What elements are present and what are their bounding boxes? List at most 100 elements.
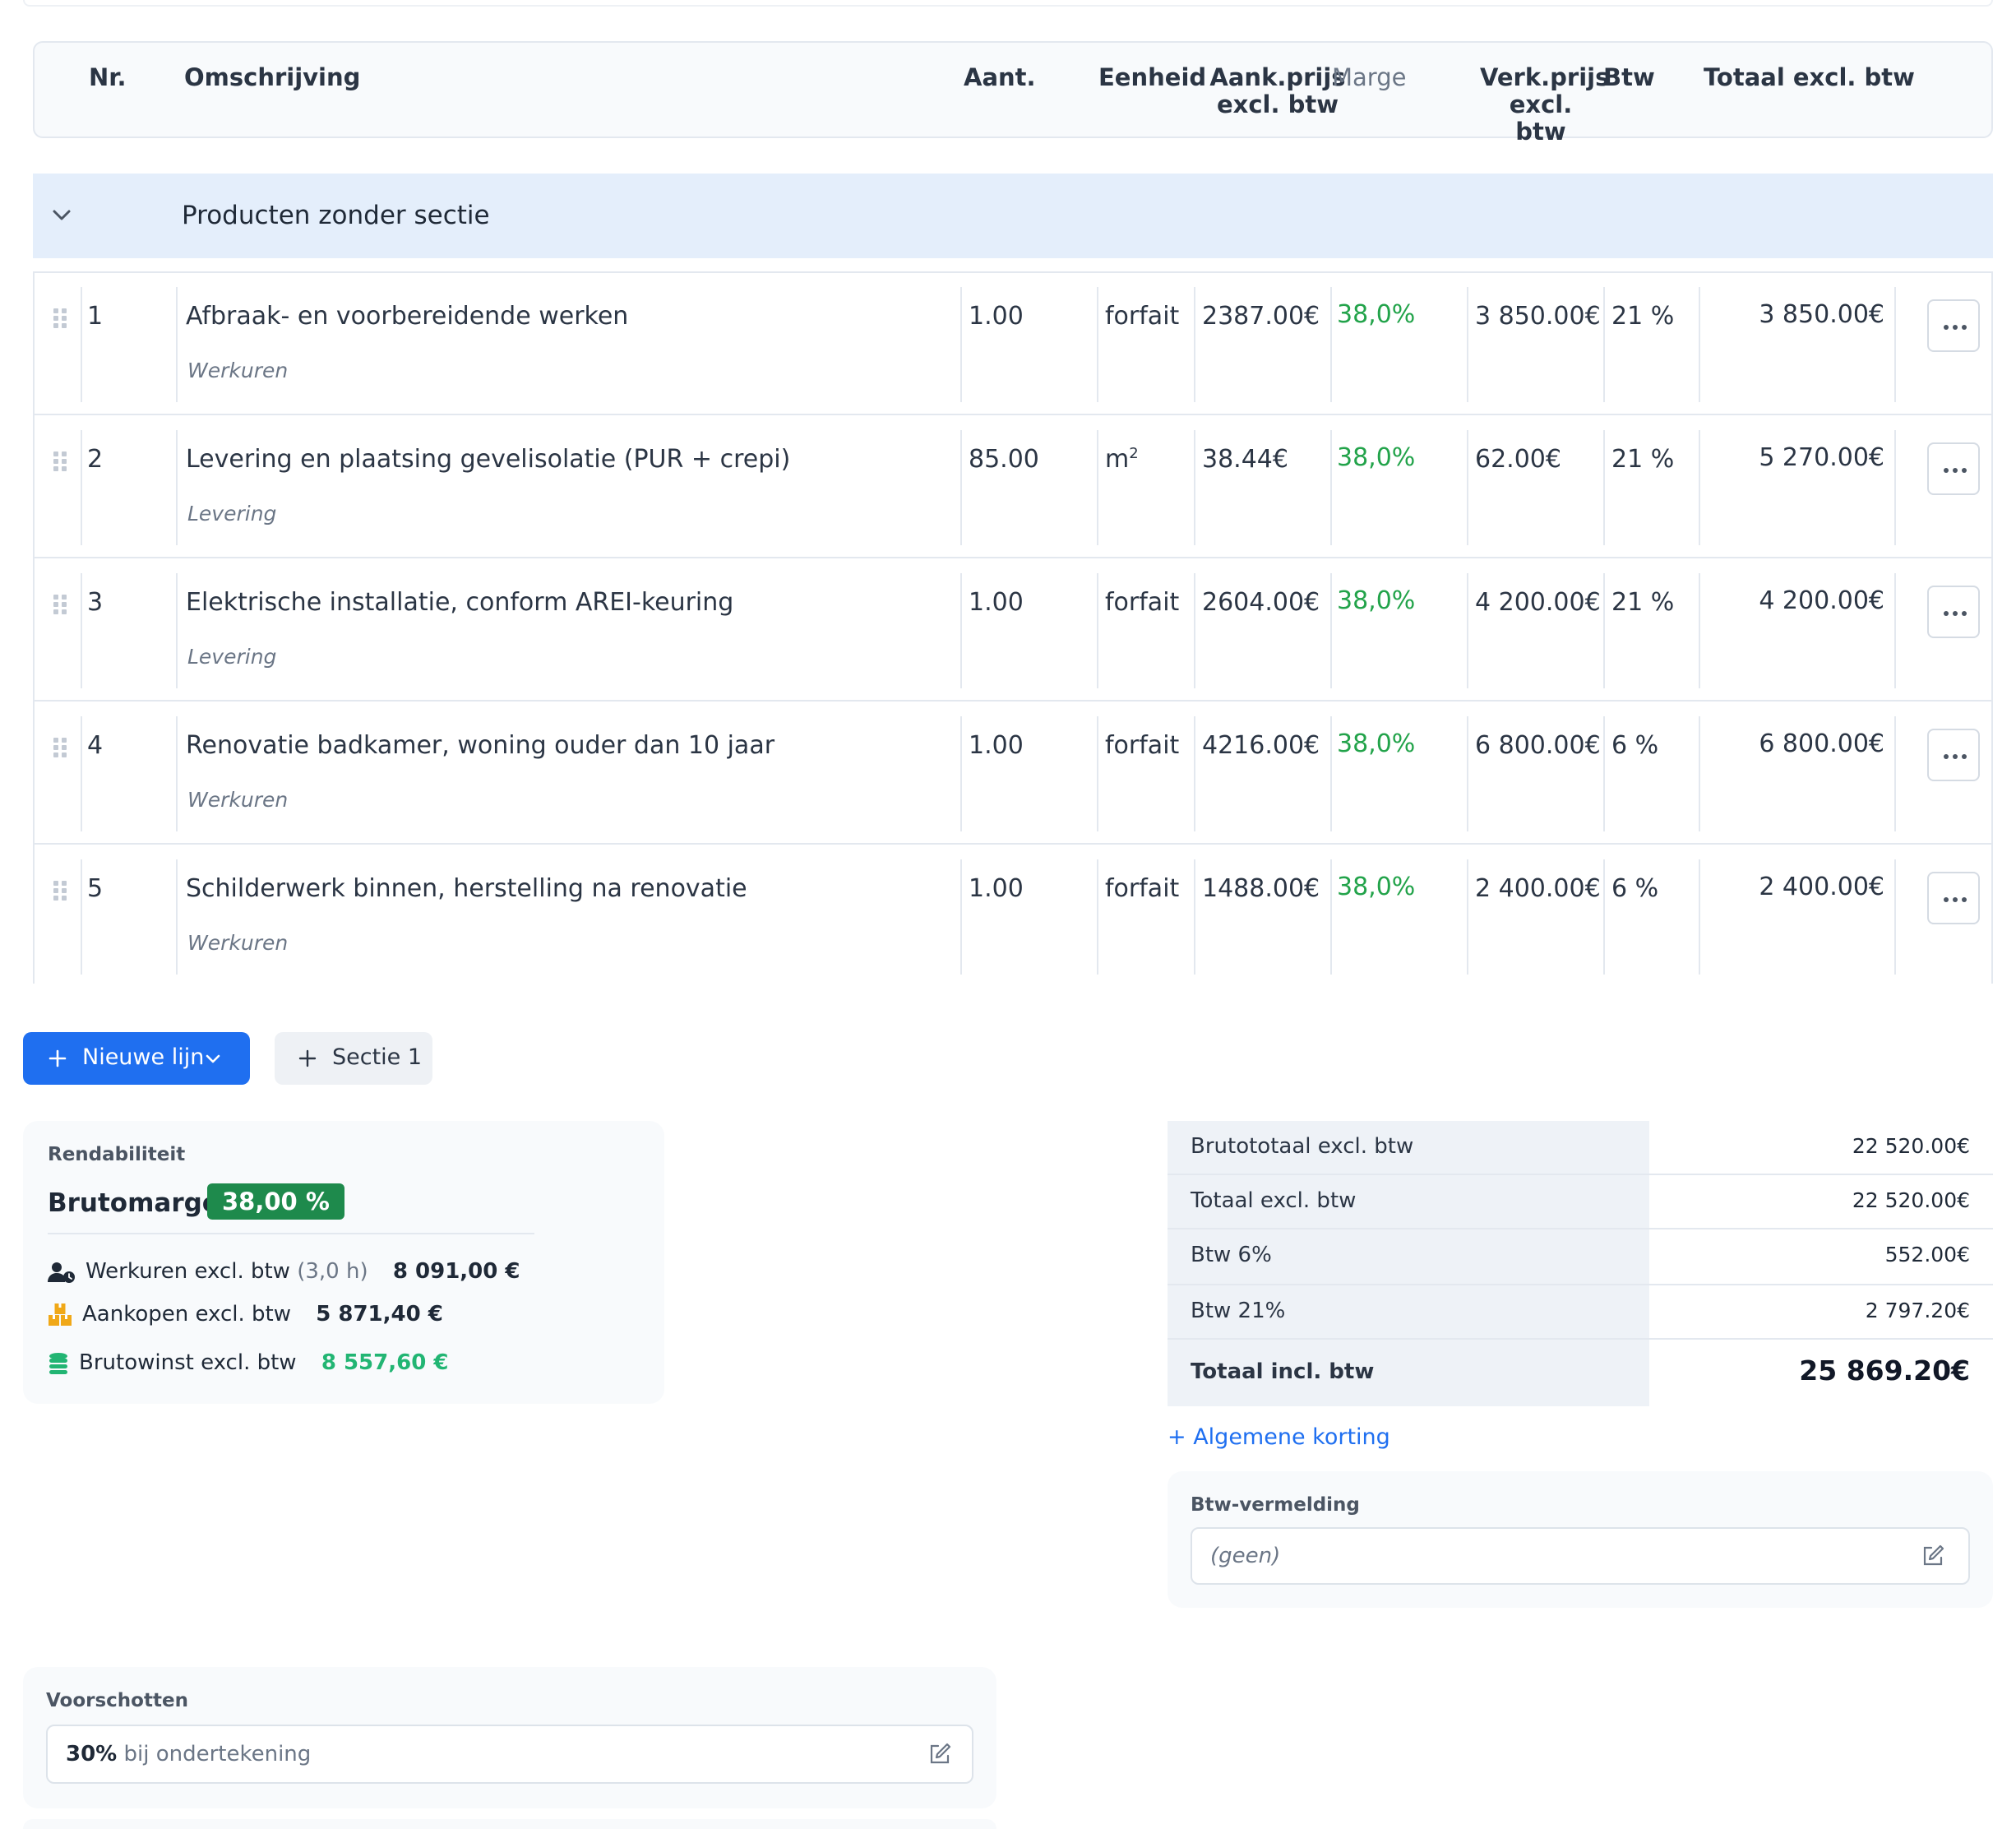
add-section-button[interactable]: Sectie 1 — [275, 1032, 432, 1085]
line-purchase-price[interactable]: 4216.00€ — [1202, 731, 1320, 760]
column-divider — [1699, 716, 1700, 831]
table-row[interactable]: 2 Levering en plaatsing gevelisolatie (PU… — [35, 416, 1991, 558]
line-quantity[interactable]: 1.00 — [969, 874, 1024, 903]
line-total: 2 400.00€ — [1759, 873, 1884, 901]
line-margin[interactable]: 38,0% — [1337, 300, 1415, 329]
plus-icon — [49, 1049, 67, 1067]
table-row[interactable]: 3 Elektrische installatie, conform AREI-k… — [35, 559, 1991, 702]
unit-superscript: 2 — [1129, 445, 1139, 462]
drag-handle-icon[interactable] — [53, 737, 67, 758]
line-sale-price[interactable]: 3 850.00€ — [1475, 302, 1601, 331]
row-menu-button[interactable] — [1927, 299, 1980, 352]
column-divider — [1097, 573, 1098, 688]
divider — [48, 1233, 534, 1234]
line-type: Werkuren — [187, 788, 289, 812]
drag-handle-icon[interactable] — [53, 880, 67, 901]
line-sale-price[interactable]: 62.00€ — [1475, 445, 1561, 474]
line-unit[interactable]: m2 — [1105, 445, 1139, 474]
line-vat[interactable]: 6 % — [1611, 874, 1658, 903]
line-vat[interactable]: 6 % — [1611, 731, 1658, 760]
section-header[interactable]: Producten zonder sectie — [33, 174, 1993, 258]
drag-handle-icon[interactable] — [53, 451, 67, 472]
vat-mention-label: Btw-vermelding — [1191, 1494, 1360, 1516]
line-quantity[interactable]: 1.00 — [969, 731, 1024, 760]
line-purchase-price[interactable]: 1488.00€ — [1202, 874, 1320, 903]
next-card-edge — [23, 1819, 996, 1829]
column-divider — [1894, 430, 1896, 545]
line-margin[interactable]: 38,0% — [1337, 729, 1415, 758]
line-margin[interactable]: 38,0% — [1337, 873, 1415, 901]
user-clock-icon — [48, 1262, 75, 1283]
vat-mention-value: (geen) — [1210, 1544, 1281, 1568]
column-divider — [1603, 573, 1605, 688]
col-nr: Nr. — [89, 63, 127, 91]
boxes-icon — [49, 1303, 72, 1326]
line-unit[interactable]: forfait — [1105, 302, 1179, 331]
werkuren-stat: Werkuren excl. btw (3,0 h) 8 091,00 € — [86, 1259, 520, 1284]
column-divider — [960, 287, 962, 402]
totals-label-cell: Brutototaal excl. btw — [1168, 1121, 1649, 1174]
edit-icon[interactable] — [1921, 1544, 1945, 1568]
line-sale-price[interactable]: 2 400.00€ — [1475, 874, 1601, 903]
line-description[interactable]: Afbraak- en voorbereidende werken — [186, 302, 628, 331]
line-unit[interactable]: forfait — [1105, 588, 1179, 617]
line-unit[interactable]: forfait — [1105, 731, 1179, 760]
totals-label-cell: Btw 21% — [1168, 1285, 1649, 1338]
line-sale-price[interactable]: 6 800.00€ — [1475, 731, 1601, 760]
column-divider — [1097, 859, 1098, 975]
general-discount-link[interactable]: + Algemene korting — [1168, 1424, 1390, 1450]
new-line-button[interactable]: Nieuwe lijn — [23, 1032, 250, 1085]
line-description[interactable]: Schilderwerk binnen, herstelling na reno… — [186, 874, 747, 903]
drag-handle-icon[interactable] — [53, 308, 67, 329]
advances-label: Voorschotten — [46, 1690, 188, 1711]
row-menu-button[interactable] — [1927, 729, 1980, 781]
col-marge: Marge — [1332, 63, 1407, 91]
column-divider — [1194, 430, 1195, 545]
line-number: 1 — [87, 302, 104, 331]
line-vat[interactable]: 21 % — [1611, 445, 1674, 474]
column-divider — [1097, 716, 1098, 831]
edit-icon[interactable] — [927, 1742, 952, 1766]
vat-mention-field[interactable]: (geen) — [1191, 1527, 1970, 1585]
line-description[interactable]: Renovatie badkamer, woning ouder dan 10 … — [186, 731, 774, 760]
line-description[interactable]: Elektrische installatie, conform AREI-ke… — [186, 588, 733, 617]
column-divider — [176, 716, 178, 831]
line-purchase-price[interactable]: 2604.00€ — [1202, 588, 1320, 617]
line-quantity[interactable]: 85.00 — [969, 445, 1039, 474]
brutomarge-badge: 38,00 % — [207, 1183, 344, 1220]
line-vat[interactable]: 21 % — [1611, 302, 1674, 331]
row-menu-button[interactable] — [1927, 872, 1980, 924]
row-menu-button[interactable] — [1927, 442, 1980, 495]
col-verk-line1: Verk.prijs — [1480, 63, 1610, 91]
row-menu-button[interactable] — [1927, 586, 1980, 638]
totals-label: Totaal incl. btw — [1191, 1359, 1375, 1384]
line-vat[interactable]: 21 % — [1611, 588, 1674, 617]
table-row[interactable]: 4 Renovatie badkamer, woning ouder dan 10… — [35, 702, 1991, 845]
advances-text: 30% bij ondertekening — [66, 1742, 311, 1766]
werkuren-hours: (3,0 h) — [297, 1259, 368, 1284]
drag-handle-icon[interactable] — [53, 594, 67, 615]
totals-label-cell: Totaal incl. btw — [1168, 1340, 1649, 1406]
totals-row: Brutototaal excl. btw 22 520.00€ — [1168, 1121, 1993, 1175]
line-type: Levering — [187, 645, 277, 669]
line-sale-price[interactable]: 4 200.00€ — [1475, 588, 1601, 617]
table-row[interactable]: 5 Schilderwerk binnen, herstelling na ren… — [35, 845, 1991, 988]
line-quantity[interactable]: 1.00 — [969, 588, 1024, 617]
line-margin[interactable]: 38,0% — [1337, 586, 1415, 615]
col-eenheid: Eenheid — [1098, 63, 1207, 91]
chevron-down-icon[interactable] — [48, 201, 76, 229]
line-purchase-price[interactable]: 38.44€ — [1202, 445, 1288, 474]
line-unit[interactable]: forfait — [1105, 874, 1179, 903]
line-margin[interactable]: 38,0% — [1337, 443, 1415, 472]
line-purchase-price[interactable]: 2387.00€ — [1202, 302, 1320, 331]
totals-row: Btw 6% 552.00€ — [1168, 1229, 1993, 1285]
column-divider — [176, 573, 178, 688]
profitability-label: Rendabiliteit — [48, 1144, 186, 1165]
table-row[interactable]: 1 Afbraak- en voorbereidende werken Werkur… — [35, 273, 1991, 415]
line-description[interactable]: Levering en plaatsing gevelisolatie (PUR… — [186, 445, 790, 474]
line-quantity[interactable]: 1.00 — [969, 302, 1024, 331]
advances-field[interactable]: 30% bij ondertekening — [46, 1725, 973, 1784]
advances-description: bij ondertekening — [123, 1742, 312, 1766]
werkuren-label: Werkuren excl. btw — [86, 1259, 290, 1284]
column-divider — [1603, 287, 1605, 402]
